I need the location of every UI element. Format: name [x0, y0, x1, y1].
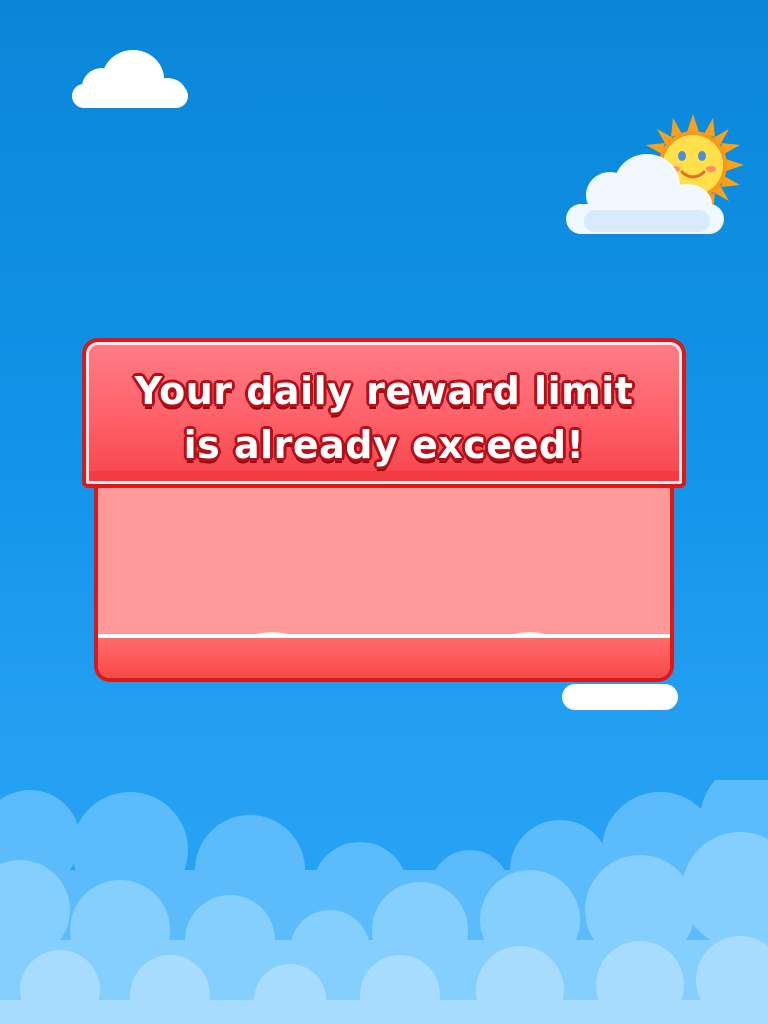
dialog-title-line-1: Your daily reward limit — [134, 368, 634, 414]
reward-limit-dialog: Your daily reward limit is already excee… — [82, 338, 686, 686]
dialog-body — [94, 468, 674, 682]
cloud-by-sun — [566, 154, 724, 234]
cloud-bank — [0, 780, 768, 1024]
dialog-title: Your daily reward limit is already excee… — [106, 364, 662, 472]
game-scene: Your daily reward limit is already excee… — [0, 0, 768, 1024]
dialog-header: Your daily reward limit is already excee… — [82, 338, 686, 488]
dialog-title-line-2: is already exceed! — [183, 422, 585, 468]
dialog-footer-band — [98, 634, 670, 678]
cloud-top-left — [72, 50, 188, 110]
